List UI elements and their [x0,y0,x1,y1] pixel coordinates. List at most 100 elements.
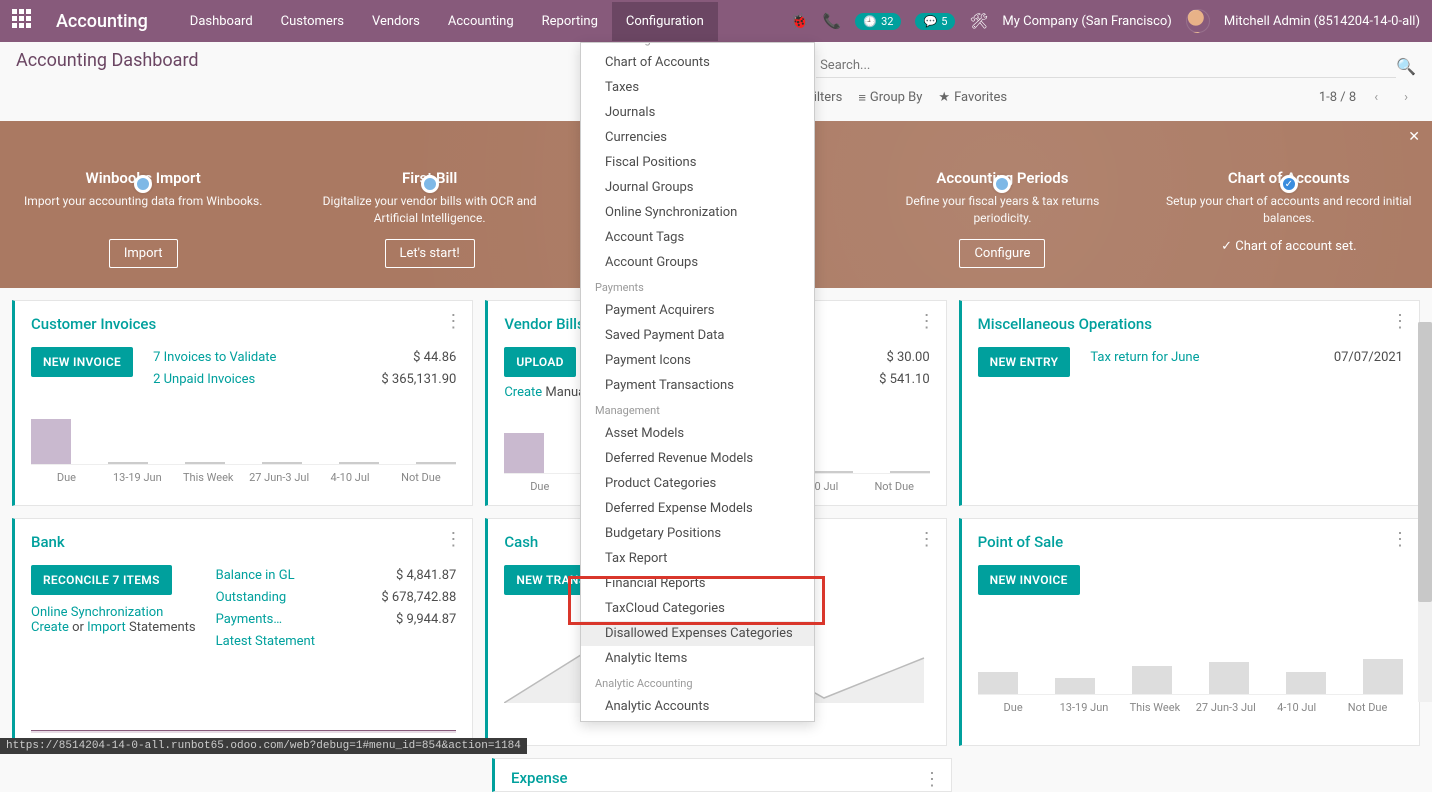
amount: $ 541.10 [840,369,930,391]
app-brand[interactable]: Accounting [56,11,148,32]
dropdown-item-taxcloud-categories[interactable]: TaxCloud Categories [581,596,814,621]
dropdown-item-tax-report[interactable]: Tax Report [581,546,814,571]
configure-button[interactable]: Configure [959,239,1045,268]
user-menu[interactable]: Mitchell Admin (8514204-14-0-all) [1224,14,1420,29]
card-title[interactable]: Bank [31,533,456,551]
dropdown-item-payment-acquirers[interactable]: Payment Acquirers [581,298,814,323]
new-invoice-button[interactable]: NEW INVOICE [31,347,133,377]
card-more-icon[interactable]: ⋮ [923,769,941,790]
dropdown-item-payment-transactions[interactable]: Payment Transactions [581,373,814,398]
lets-start-button[interactable]: Let's start! [385,239,475,268]
dropdown-item-chart-of-accounts[interactable]: Chart of Accounts [581,50,814,75]
reconcile-button[interactable]: RECONCILE 7 ITEMS [31,565,172,595]
messages-badge[interactable]: 💬 5 [915,13,955,30]
nav-menu: Dashboard Customers Vendors Accounting R… [176,2,718,41]
card-more-icon[interactable]: ⋮ [918,529,936,550]
card-more-icon[interactable]: ⋮ [918,311,936,332]
nav-dashboard[interactable]: Dashboard [176,2,267,41]
step-dot [421,175,439,193]
nav-reporting[interactable]: Reporting [528,2,612,41]
upload-button[interactable]: UPLOAD [504,347,575,377]
dropdown-item-currencies[interactable]: Currencies [581,125,814,150]
dropdown-item-analytic-accounts[interactable]: Analytic Accounts [581,694,814,719]
pos-new-invoice-button[interactable]: NEW INVOICE [978,565,1080,595]
amount: $ 9,944.87 [366,609,456,631]
dropdown-item-saved-payment-data[interactable]: Saved Payment Data [581,323,814,348]
invoices-to-validate-link[interactable]: 7 Invoices to Validate [153,350,276,365]
apps-icon[interactable] [12,9,36,33]
unpaid-invoices-link[interactable]: 2 Unpaid Invoices [153,372,255,387]
messages-count: 5 [941,15,947,28]
new-entry-button[interactable]: NEW ENTRY [978,347,1071,377]
card-title[interactable]: Expense [511,769,935,787]
dropdown-item-deferred-expense-models[interactable]: Deferred Expense Models [581,496,814,521]
favorites-menu[interactable]: ★ Favorites [938,90,1007,105]
nav-configuration[interactable]: Configuration [612,2,718,41]
pager-prev[interactable]: ‹ [1366,86,1386,109]
card-more-icon[interactable]: ⋮ [444,311,462,332]
company-switcher[interactable]: My Company (San Francisco) [1002,14,1171,29]
card-bank: ⋮ Bank RECONCILE 7 ITEMS Online Synchron… [12,518,473,746]
nav-customers[interactable]: Customers [267,2,358,41]
dropdown-item-financial-reports[interactable]: Financial Reports [581,571,814,596]
dropdown-item-disallowed-expenses-categories[interactable]: Disallowed Expenses Categories [581,621,814,646]
create-link[interactable]: Create [31,620,69,635]
dropdown-item-journal-groups[interactable]: Journal Groups [581,175,814,200]
dropdown-section-header: Management [581,398,814,421]
dropdown-item-online-synchronization[interactable]: Online Synchronization [581,200,814,225]
nav-accounting[interactable]: Accounting [434,2,528,41]
card-more-icon[interactable]: ⋮ [1391,529,1409,550]
dropdown-item-analytic-items[interactable]: Analytic Items [581,646,814,671]
card-more-icon[interactable]: ⋮ [1391,311,1409,332]
nav-vendors[interactable]: Vendors [358,2,434,41]
search-input[interactable] [816,54,1396,78]
dropdown-item-payment-icons[interactable]: Payment Icons [581,348,814,373]
card-title[interactable]: Point of Sale [978,533,1403,551]
dropdown-section-header: Analytic Accounting [581,671,814,694]
amount: $ 30.00 [840,347,930,369]
card-misc-operations: ⋮ Miscellaneous Operations NEW ENTRY Tax… [959,300,1420,506]
dropdown-item-deferred-revenue-models[interactable]: Deferred Revenue Models [581,446,814,471]
create-manually-link[interactable]: Create [504,385,542,400]
dropdown-item-journals[interactable]: Journals [581,100,814,125]
dropdown-item-taxes[interactable]: Taxes [581,75,814,100]
dropdown-item-account-groups[interactable]: Account Groups [581,250,814,275]
tools-icon[interactable]: 🛠 [969,12,988,30]
dropdown-section-header: Payments [581,275,814,298]
onboarding-step-firstbill: First Bill Digitalize your vendor bills … [286,143,572,268]
latest-statement-link[interactable]: Latest Statement [216,634,315,649]
card-title[interactable]: Miscellaneous Operations [978,315,1403,333]
onboarding-step-coa: ✓ Chart of Accounts Setup your chart of … [1146,143,1432,268]
card-more-icon[interactable]: ⋮ [444,529,462,550]
pager: 1-8 / 8 [1319,90,1356,105]
dropdown-item-asset-models[interactable]: Asset Models [581,421,814,446]
bug-icon[interactable]: 🐞 [790,12,809,30]
scrollbar[interactable] [1418,322,1432,702]
dropdown-item-account-tags[interactable]: Account Tags [581,225,814,250]
outstanding-link[interactable]: Outstanding Payments… [216,590,287,627]
step-dot [993,175,1011,193]
card-title[interactable]: Customer Invoices [31,315,456,333]
tax-return-link[interactable]: Tax return for June [1090,350,1199,365]
dropdown-section-header: Accounting [581,42,814,50]
online-sync-link[interactable]: Online Synchronization [31,605,163,620]
amount: $ 678,742.88 [366,587,456,609]
status-bar-url: https://8514204-14-0-all.runbot65.odoo.c… [0,738,527,754]
groupby-menu[interactable]: ≡ Group By [858,90,922,106]
phone-icon[interactable]: 📞 [823,12,842,30]
bar-chart [978,635,1403,695]
dropdown-item-fiscal-positions[interactable]: Fiscal Positions [581,150,814,175]
pager-next[interactable]: › [1396,86,1416,109]
activities-badge[interactable]: 🕘 32 [855,13,901,30]
user-avatar[interactable] [1186,9,1210,33]
balance-gl-link[interactable]: Balance in GL [216,568,295,583]
onboarding-step-winbooks: Winbooks Import Import your accounting d… [0,143,286,268]
import-button[interactable]: Import [109,239,178,268]
dropdown-item-product-categories[interactable]: Product Categories [581,471,814,496]
page-title: Accounting Dashboard [16,50,199,71]
import-link[interactable]: Import [87,620,126,635]
dropdown-item-budgetary-positions[interactable]: Budgetary Positions [581,521,814,546]
card-expense: ⋮ Expense [492,758,952,792]
search-icon[interactable]: 🔍 [1396,57,1416,76]
dropdown-item-analytic-account-groups[interactable]: Analytic Account Groups [581,719,814,722]
